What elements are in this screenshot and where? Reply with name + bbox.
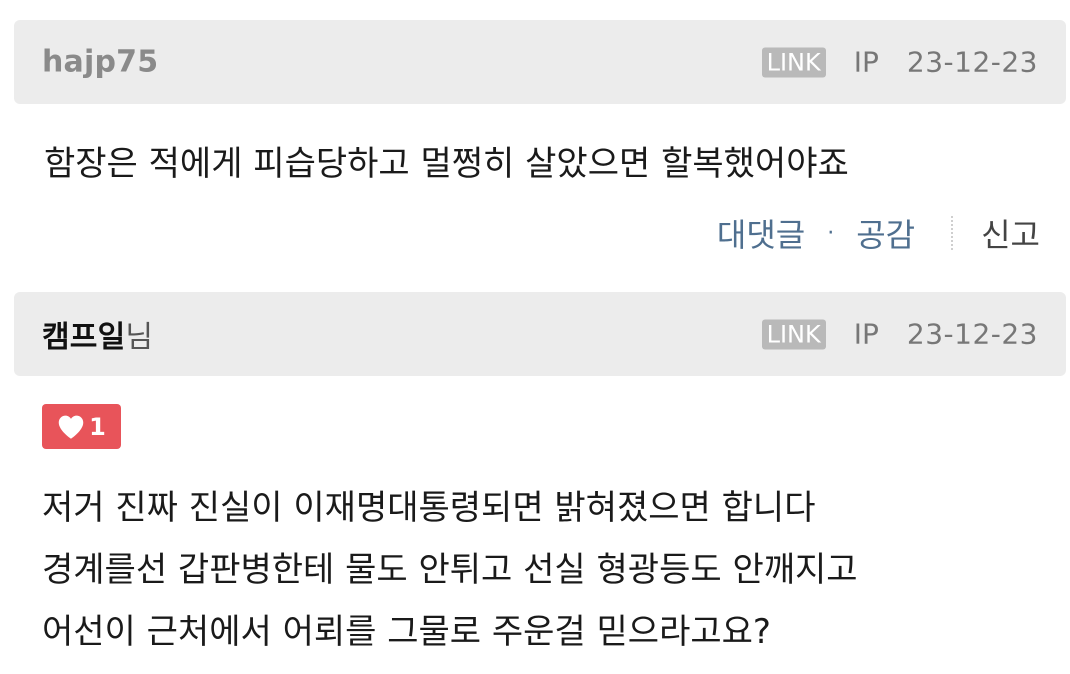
comment-header: 캠프일님 LINK IP 23-12-23 bbox=[14, 292, 1066, 376]
like-button[interactable]: 공감 bbox=[856, 210, 915, 256]
ip-label: IP bbox=[853, 45, 879, 79]
like-count-badge[interactable]: 1 bbox=[42, 404, 121, 449]
comment-actions: 대댓글 · 공감 신고 bbox=[717, 210, 1040, 256]
comment-meta: LINK IP 23-12-23 bbox=[761, 45, 1038, 79]
action-divider bbox=[951, 216, 954, 250]
comment-meta: LINK IP 23-12-23 bbox=[761, 317, 1038, 351]
comment-date: 23-12-23 bbox=[906, 45, 1038, 79]
comment-author[interactable]: 캠프일님 bbox=[42, 312, 153, 356]
comment-date: 23-12-23 bbox=[906, 317, 1038, 351]
author-name[interactable]: 캠프일 bbox=[42, 320, 125, 355]
reply-button[interactable]: 대댓글 bbox=[717, 210, 805, 256]
comment-body-line: 어선이 근처에서 어뢰를 그물로 주운걸 믿으라고요? bbox=[42, 612, 771, 652]
ip-label: IP bbox=[853, 317, 879, 351]
comment-body: 함장은 적에게 피습당하고 멀쩡히 살았으면 할복했어야죠 bbox=[44, 144, 849, 184]
link-badge[interactable]: LINK bbox=[761, 47, 826, 77]
comment-body-line: 저거 진짜 진실이 이재명대통령되면 밝혀졌으면 합니다 bbox=[42, 488, 816, 528]
comment-body-line: 경계를선 갑판병한테 물도 안튀고 선실 형광등도 안깨지고 bbox=[42, 550, 858, 590]
comment-header: hajp75 LINK IP 23-12-23 bbox=[14, 20, 1066, 104]
comment-author[interactable]: hajp75 bbox=[42, 45, 158, 80]
action-separator-dot: · bbox=[827, 220, 835, 246]
author-honorific: 님 bbox=[125, 320, 154, 355]
heart-icon bbox=[58, 415, 84, 439]
link-badge[interactable]: LINK bbox=[761, 319, 826, 349]
like-count: 1 bbox=[89, 412, 106, 441]
report-button[interactable]: 신고 bbox=[981, 210, 1040, 256]
